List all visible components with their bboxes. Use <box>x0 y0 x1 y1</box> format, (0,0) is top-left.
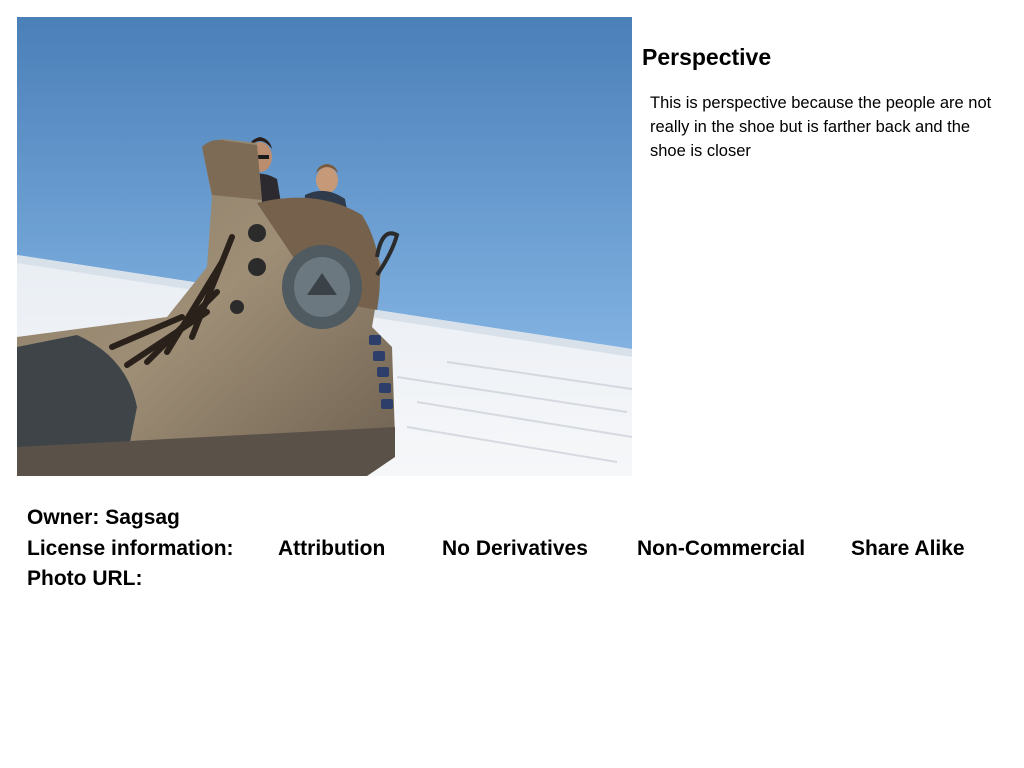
license-non-commercial: Non-Commercial <box>637 536 806 560</box>
license-no-derivatives: No Derivatives <box>442 536 588 560</box>
boot-perspective-photo <box>17 17 632 476</box>
owner-row: Owner: Sagsag <box>27 503 965 534</box>
license-label: License information: <box>27 536 234 560</box>
owner-value: Sagsag <box>105 506 180 529</box>
photo-url-row: Photo URL: <box>27 564 965 595</box>
photo-url-label: Photo URL: <box>27 567 143 590</box>
owner-label: Owner: <box>27 506 100 529</box>
photo-credits: Owner: Sagsag License information: Attrib… <box>27 503 965 595</box>
slide-title: Perspective <box>642 44 772 70</box>
slide: Perspective This is perspective because … <box>0 0 1024 768</box>
license-row: License information: Attribution No Deriva… <box>27 534 965 565</box>
license-share-alike: Share Alike <box>851 536 965 560</box>
license-attribution: Attribution <box>278 536 386 560</box>
slide-description: This is perspective because the people a… <box>650 94 992 160</box>
